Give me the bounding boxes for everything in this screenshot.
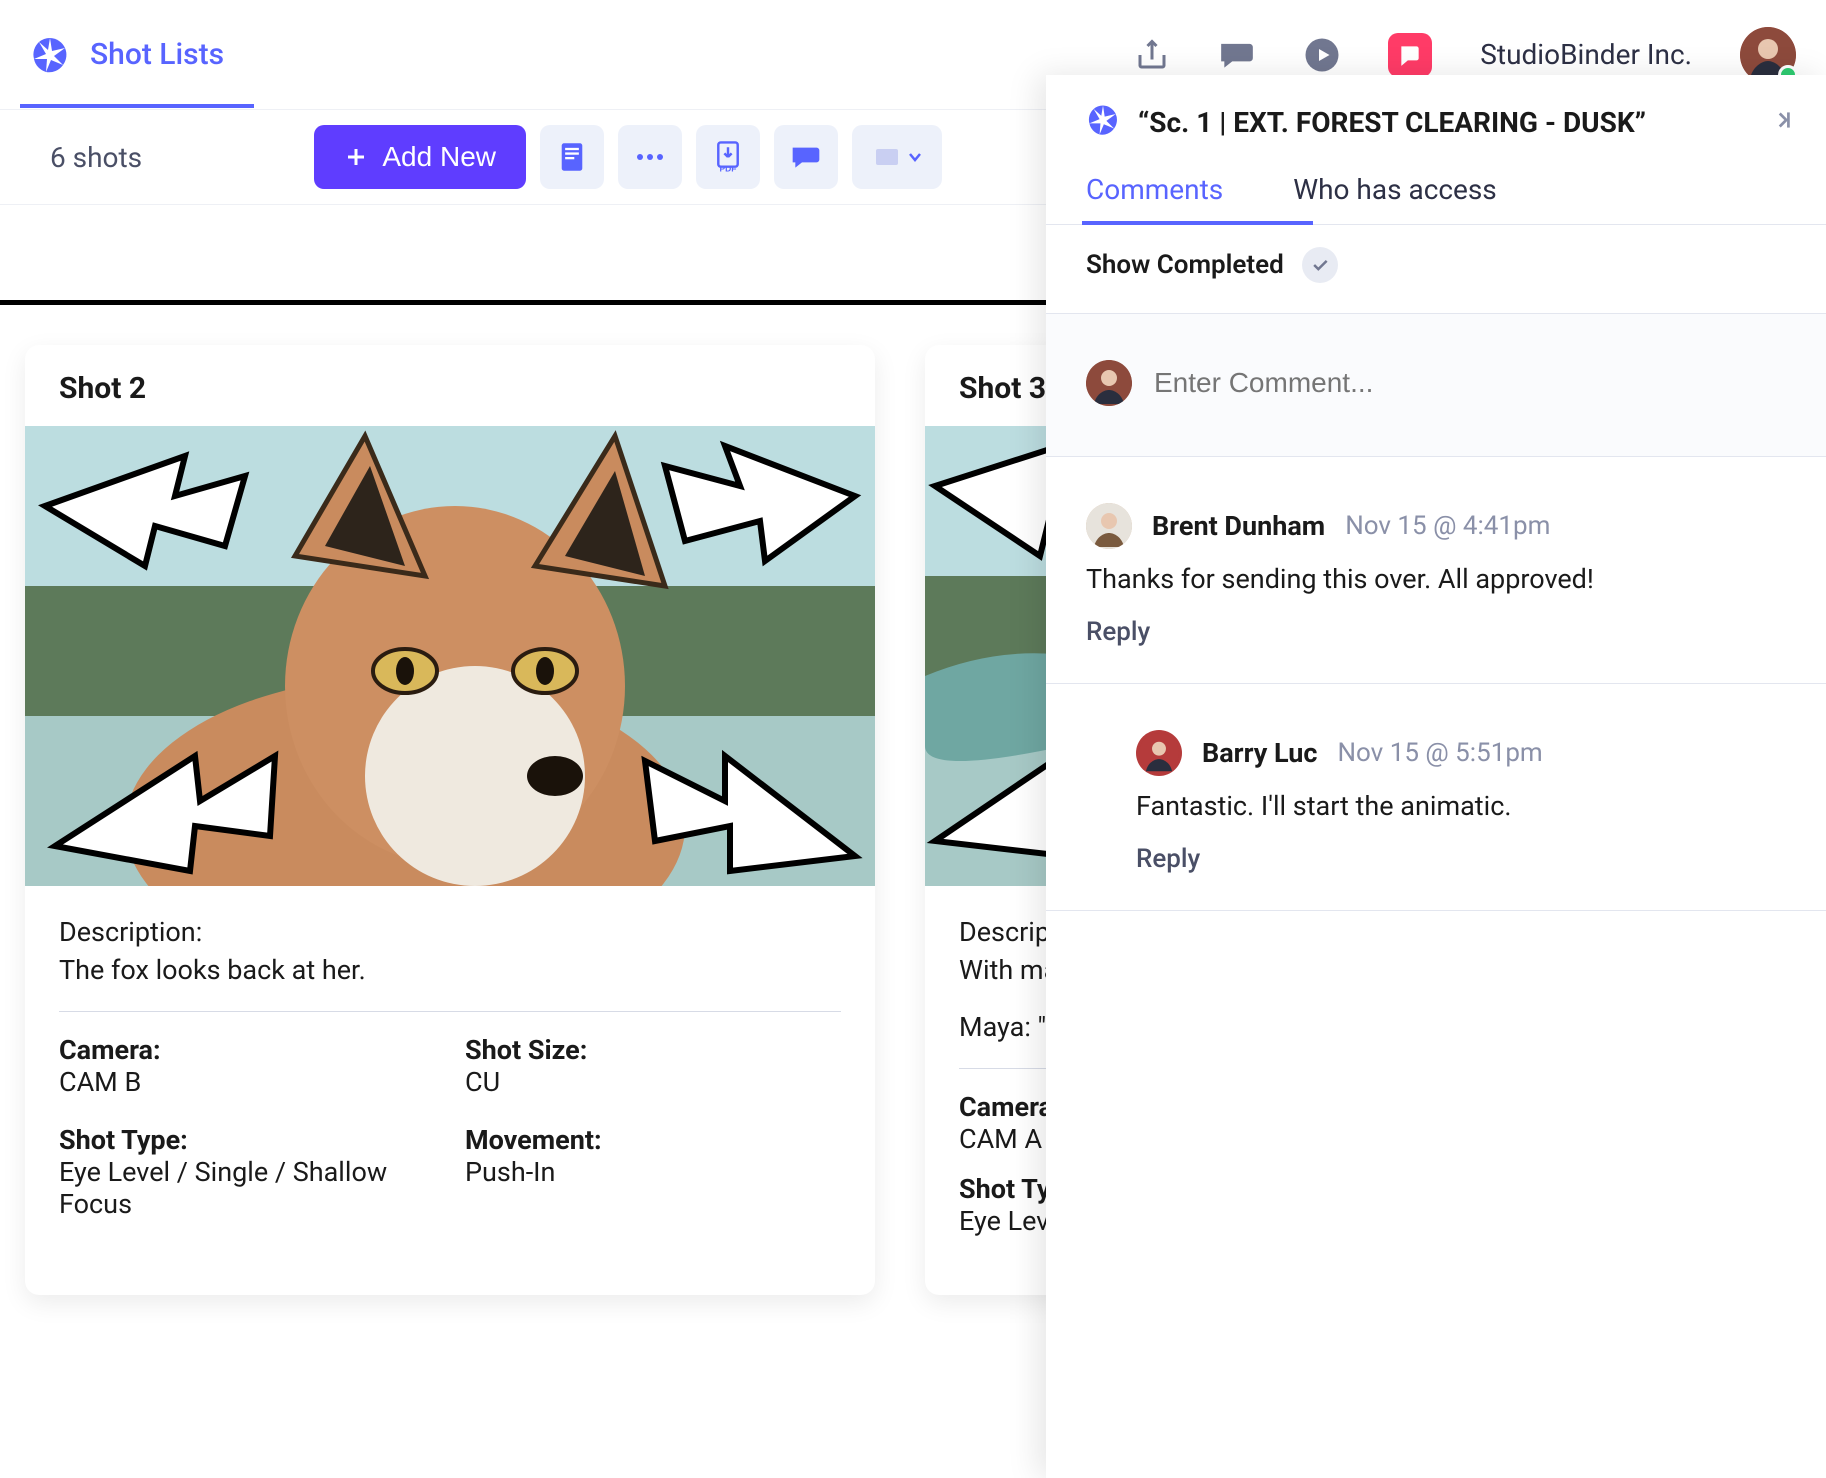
layout-dropdown-button[interactable] (852, 125, 942, 189)
play-icon[interactable] (1304, 37, 1340, 73)
comment-author: Barry Luc (1202, 737, 1317, 769)
comment-text: Thanks for sending this over. All approv… (1086, 563, 1786, 595)
studiobinder-badge-icon[interactable] (1388, 33, 1432, 77)
show-completed-toggle[interactable] (1302, 247, 1338, 283)
shot-card[interactable]: Shot 2 (25, 345, 875, 1295)
storyboard-image (25, 426, 875, 886)
comment-text: Fantastic. I'll start the animatic. (1136, 790, 1786, 822)
camera-value: CAM B (59, 1066, 435, 1098)
share-icon[interactable] (1134, 37, 1170, 73)
movement-value: Push-In (465, 1156, 841, 1188)
shot-size-value: CU (465, 1066, 841, 1098)
show-completed-label: Show Completed (1086, 250, 1284, 280)
shot-title: Shot 2 (25, 345, 875, 426)
shot-type-label: Shot Type: (59, 1124, 435, 1156)
comment-avatar (1136, 730, 1182, 776)
shot-lists-tab[interactable]: Shot Lists (90, 2, 224, 107)
collapse-panel-icon[interactable] (1770, 107, 1796, 137)
app-logo-icon (30, 35, 70, 75)
org-name[interactable]: StudioBinder Inc. (1480, 38, 1692, 71)
comment-input[interactable] (1154, 367, 1786, 399)
comment-author: Brent Dunham (1152, 510, 1325, 542)
svg-text:PDF: PDF (720, 164, 737, 174)
reply-button[interactable]: Reply (1136, 844, 1786, 874)
export-pdf-button[interactable]: PDF (696, 125, 760, 189)
tab-comments[interactable]: Comments (1086, 173, 1223, 224)
add-new-button[interactable]: Add New (314, 125, 526, 189)
comment-item: Brent Dunham Nov 15 @ 4:41pm Thanks for … (1046, 457, 1826, 684)
shot-count: 6 shots (50, 141, 142, 174)
comment-timestamp: Nov 15 @ 5:51pm (1337, 738, 1542, 768)
shot-size-label: Shot Size: (465, 1034, 841, 1066)
comments-panel: “Sc. 1 | EXT. FOREST CLEARING - DUSK” Co… (1046, 75, 1826, 1478)
movement-label: Movement: (465, 1124, 841, 1156)
aperture-icon (1086, 103, 1120, 141)
comment-timestamp: Nov 15 @ 4:41pm (1345, 511, 1550, 541)
comment-avatar (1086, 503, 1132, 549)
current-user-avatar (1086, 360, 1132, 406)
comment-item: Barry Luc Nov 15 @ 5:51pm Fantastic. I'l… (1046, 684, 1826, 911)
panel-title: “Sc. 1 | EXT. FOREST CLEARING - DUSK” (1138, 106, 1752, 139)
tab-access[interactable]: Who has access (1293, 173, 1497, 224)
camera-label: Camera: (59, 1034, 435, 1066)
reply-button[interactable]: Reply (1086, 617, 1786, 647)
document-view-button[interactable] (540, 125, 604, 189)
more-options-button[interactable] (618, 125, 682, 189)
add-new-label: Add New (382, 141, 496, 173)
description-label: Description: (59, 916, 841, 948)
description-text: The fox looks back at her. (59, 954, 841, 986)
comment-tool-button[interactable] (774, 125, 838, 189)
shot-type-value: Eye Level / Single / Shallow Focus (59, 1156, 435, 1220)
comment-flag-icon[interactable] (1218, 39, 1256, 71)
